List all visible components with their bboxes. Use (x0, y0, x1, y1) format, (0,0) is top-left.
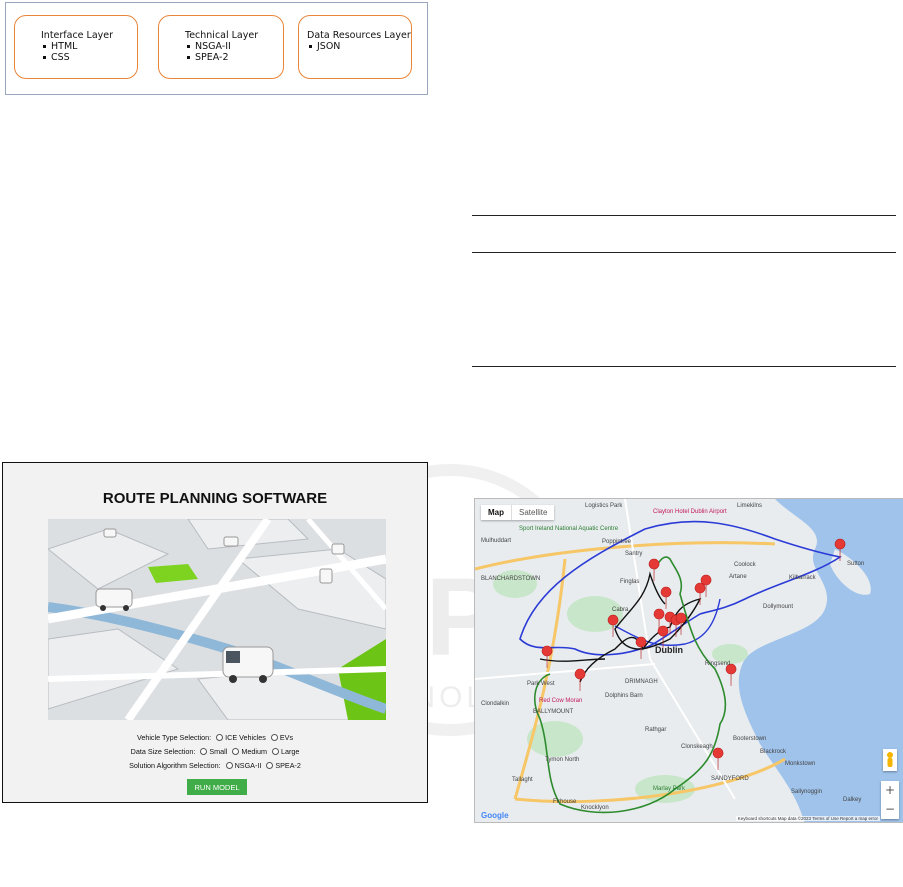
map-label: Park West (527, 681, 555, 687)
map-label: Clonskeagh (681, 744, 713, 750)
layer-title: Technical Layer (185, 30, 259, 41)
option-label: Large (280, 747, 300, 756)
hero-image (48, 519, 386, 720)
van-small (319, 568, 333, 584)
map-label: Cabra (612, 607, 629, 613)
algorithm-row: Solution Algorithm Selection: NSGA-II SP… (3, 761, 427, 770)
layer-item: CSS (41, 52, 137, 63)
map-label: Booterstown (733, 736, 767, 742)
software-title: ROUTE PLANNING SOFTWARE (102, 490, 328, 507)
map-label: Tallaght (512, 777, 533, 783)
evs-radio[interactable] (270, 734, 278, 741)
run-model-button[interactable]: RUN MODEL (187, 779, 247, 795)
map-label: SANDYFORD (711, 776, 749, 782)
map-label: Artane (729, 574, 747, 580)
technical-layer-box: Technical Layer NSGA-II SPEA-2 (158, 15, 284, 79)
option-label: NSGA-II (234, 761, 262, 770)
map-label: Mulhuddart (481, 538, 512, 544)
medium-radio[interactable] (232, 748, 240, 755)
map-label: BALLYMOUNT (533, 709, 574, 715)
ice-vehicles-radio[interactable] (216, 734, 224, 741)
map-type-tabs: Map Satellite (481, 505, 555, 520)
small-radio[interactable] (200, 748, 208, 755)
zoom-in-icon[interactable]: + (881, 781, 899, 800)
option-label: ICE Vehicles (225, 733, 266, 742)
tab-satellite[interactable]: Satellite (511, 505, 554, 520)
map-label: Limekilns (737, 503, 763, 509)
zoom-control: + − (881, 781, 899, 819)
table-bottom-rule (472, 366, 896, 367)
layer-item: NSGA-II (185, 41, 283, 52)
layer-title: Interface Layer (41, 30, 114, 41)
map-label: Blackrock (760, 749, 787, 755)
map-label: Sutton (847, 561, 865, 567)
data-size-row: Data Size Selection: Small Medium Large (3, 747, 427, 756)
map-label: Rathgar (645, 727, 667, 733)
map-label: Sallynoggin (791, 789, 823, 795)
map-canvas (475, 499, 903, 822)
large-radio[interactable] (271, 748, 279, 755)
map-label: Clayton Hotel Dublin Airport (653, 509, 727, 515)
option-label: Medium (241, 747, 267, 756)
map-label: Poppintree (602, 539, 632, 545)
map-label: Monkstown (785, 761, 816, 767)
van-small (331, 543, 345, 555)
option-label: SPEA-2 (275, 761, 301, 770)
map-attribution: Keyboard shortcuts Map data ©2023 Terms … (735, 816, 880, 821)
map-label: Firhouse (553, 799, 577, 805)
map-label: Logistics Park (585, 503, 623, 509)
map-label: Clondalkin (481, 701, 510, 707)
data-size-label: Data Size Selection: (130, 747, 196, 756)
map-label: Santry (625, 551, 643, 557)
vehicle-type-label: Vehicle Type Selection: (136, 733, 212, 742)
map-label: Dalkey (843, 797, 862, 803)
route-planning-software-screenshot: ROUTE PLANNING SOFTWARE Vehicle Type Sel… (2, 462, 428, 803)
data-resources-layer-box: Data Resources Layer JSON (298, 15, 412, 79)
zoom-out-icon[interactable]: − (881, 800, 899, 819)
table-top-rule (472, 215, 896, 216)
option-label: EVs (279, 733, 294, 742)
van-small (103, 528, 117, 538)
route-map[interactable]: Map Satellite Logistics Park Limekilns M… (474, 498, 903, 823)
map-label: DRIMNAGH (625, 679, 658, 685)
map-city-label: Dublin (655, 645, 683, 655)
map-label: Ringsend (705, 661, 731, 667)
street-view-pegman-icon[interactable] (883, 749, 897, 771)
map-label: Dollymount (763, 604, 794, 610)
vehicle-type-row: Vehicle Type Selection: ICE Vehicles EVs (3, 733, 427, 742)
map-label: Tymon North (545, 757, 580, 763)
architecture-figure: Interface Layer HTML CSS Technical Layer… (5, 2, 428, 95)
map-label: Marlay Park (653, 786, 686, 792)
layer-item: JSON (307, 41, 411, 52)
nsga-ii-radio[interactable] (225, 762, 233, 769)
map-label: Coolock (734, 562, 756, 568)
google-logo: Google (481, 811, 509, 820)
map-label: BLANCHARDSTOWN (481, 576, 541, 582)
map-label: Dolphins Barn (605, 693, 643, 699)
algorithm-label: Solution Algorithm Selection: (129, 761, 221, 770)
table-header-rule (472, 252, 896, 253)
interface-layer-box: Interface Layer HTML CSS (14, 15, 138, 79)
map-label: Knocklyon (581, 805, 609, 811)
map-label: Sport Ireland National Aquatic Centre (519, 526, 619, 532)
tab-map[interactable]: Map (481, 505, 511, 520)
van-small (223, 536, 239, 547)
map-label: Finglas (620, 579, 640, 585)
layer-item: SPEA-2 (185, 52, 283, 63)
spea-2-radio[interactable] (266, 762, 274, 769)
option-label: Small (209, 747, 228, 756)
map-label: Kilbarrack (789, 575, 816, 581)
layer-title: Data Resources Layer (307, 30, 411, 41)
layer-item: HTML (41, 41, 137, 52)
map-label: Red Cow Moran (539, 698, 583, 704)
